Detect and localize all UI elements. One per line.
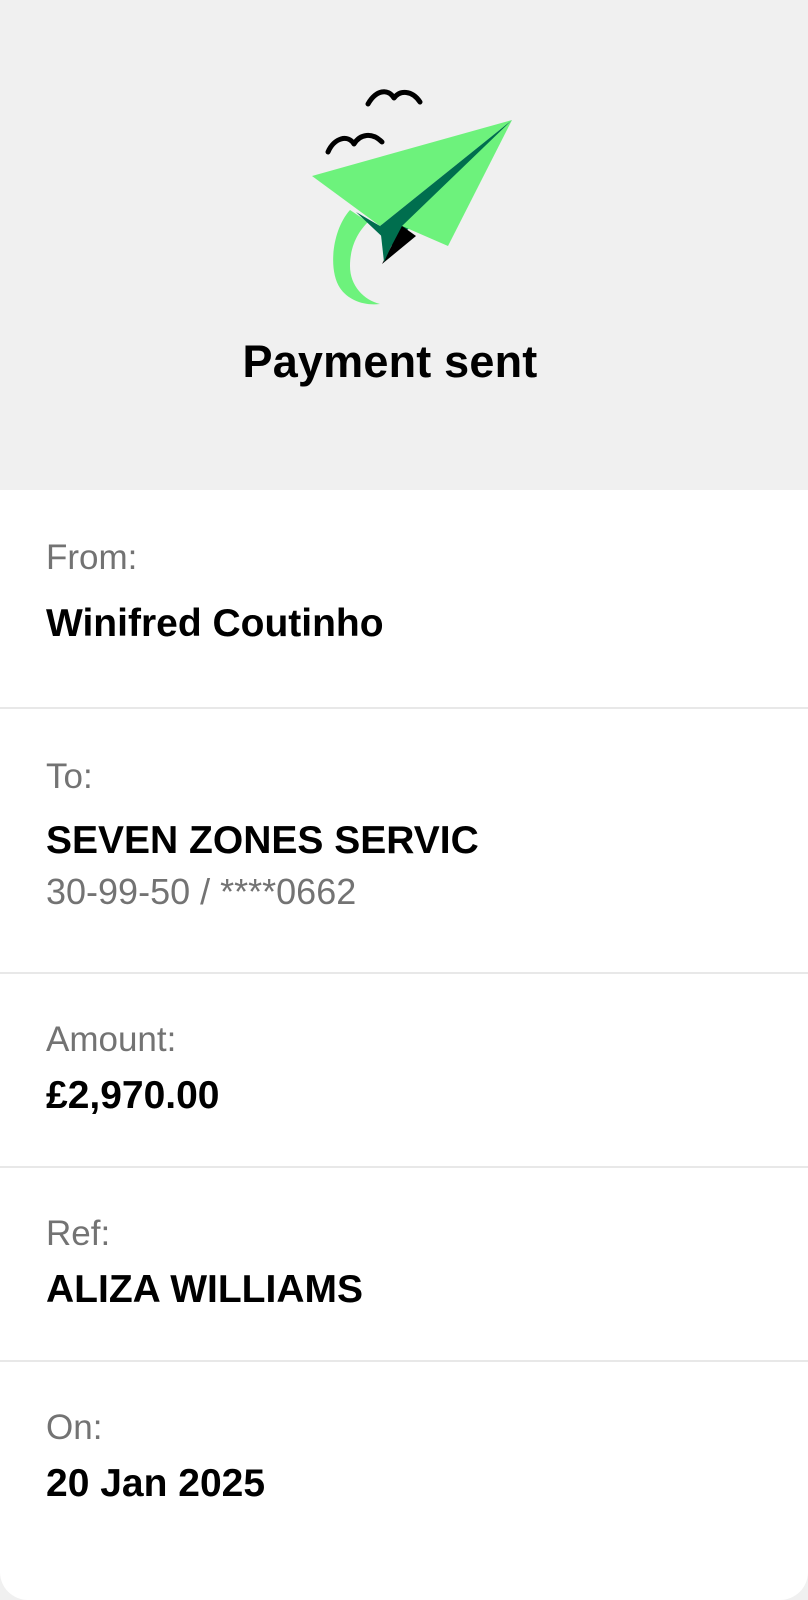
from-value: Winifred Coutinho (46, 602, 384, 645)
detail-row-ref: Ref: ALIZA WILLIAMS (0, 1168, 808, 1362)
to-value: SEVEN ZONES SERVIC (46, 819, 479, 862)
payment-details-card: From: Winifred Coutinho To: SEVEN ZONES … (0, 490, 808, 1600)
to-account-number: 30-99-50 / ****0662 (46, 871, 357, 912)
to-label: To: (46, 757, 93, 796)
page-title: Payment sent (242, 336, 538, 387)
ref-label: Ref: (46, 1214, 111, 1253)
detail-row-to: To: SEVEN ZONES SERVIC 30-99-50 / ****06… (0, 709, 808, 974)
date-value: 20 Jan 2025 (46, 1462, 266, 1505)
ref-value: ALIZA WILLIAMS (46, 1268, 363, 1311)
amount-value: £2,970.00 (46, 1074, 220, 1117)
payment-confirmation-screen: Payment sent From: Winifred Coutinho To:… (0, 0, 808, 1600)
confirmation-header: Payment sent (0, 0, 808, 490)
from-label: From: (46, 538, 138, 577)
amount-label: Amount: (46, 1020, 177, 1059)
detail-row-from: From: Winifred Coutinho (0, 490, 808, 709)
detail-row-date: On: 20 Jan 2025 (0, 1362, 808, 1600)
paper-plane-with-birds-icon (312, 89, 512, 305)
detail-row-amount: Amount: £2,970.00 (0, 974, 808, 1168)
date-label: On: (46, 1408, 103, 1447)
